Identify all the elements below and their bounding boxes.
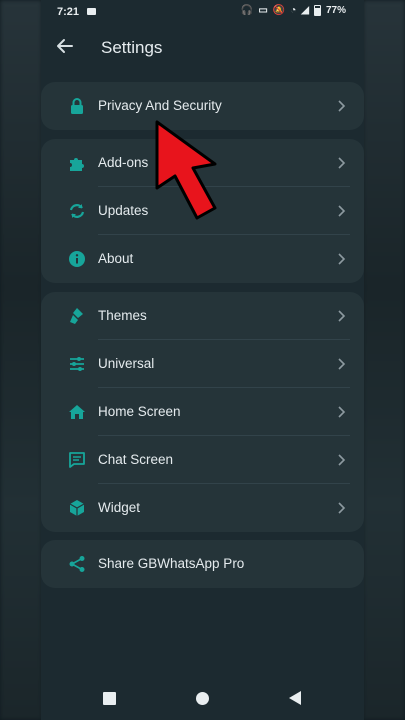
settings-item-label: About bbox=[98, 251, 134, 266]
annotation-arrow bbox=[155, 120, 217, 220]
settings-item-label: Universal bbox=[98, 356, 155, 371]
battery-percent: 77% bbox=[325, 5, 346, 16]
chevron-right-icon bbox=[338, 454, 346, 466]
settings-item-share[interactable]: Share GBWhatsApp Pro bbox=[41, 540, 364, 588]
puzzle-icon bbox=[70, 158, 84, 171]
status-bar: 7:21 🎧 ▭ 🔕 ◔ ◢ 77% bbox=[41, 0, 364, 24]
chevron-right-icon bbox=[338, 310, 346, 322]
settings-item-label: Widget bbox=[98, 500, 141, 515]
settings-item-label: Add-ons bbox=[98, 155, 149, 170]
settings-item-label: Home Screen bbox=[98, 404, 181, 419]
page-title: Settings bbox=[101, 38, 163, 57]
cast-icon: ▭ bbox=[258, 5, 268, 16]
settings-item-chat-screen[interactable]: Chat Screen bbox=[41, 436, 364, 484]
settings-group-appearance: Themes Universal Home Screen Chat Screen… bbox=[41, 292, 364, 532]
system-nav-bar bbox=[41, 680, 364, 720]
status-time: 7:21 bbox=[57, 6, 80, 18]
settings-item-about[interactable]: About bbox=[41, 235, 364, 283]
arrow-left-icon[interactable] bbox=[55, 36, 75, 56]
settings-item-universal[interactable]: Universal bbox=[41, 340, 364, 388]
sliders-icon bbox=[70, 357, 84, 371]
chevron-right-icon bbox=[338, 205, 346, 217]
wifi-icon: ◔ bbox=[290, 5, 297, 16]
cube-icon bbox=[69, 500, 85, 516]
chevron-right-icon bbox=[338, 157, 346, 169]
app-bar: Settings bbox=[41, 28, 364, 68]
lock-icon bbox=[71, 98, 83, 114]
settings-item-home-screen[interactable]: Home Screen bbox=[41, 388, 364, 436]
chevron-right-icon bbox=[338, 502, 346, 514]
mute-icon: 🔕 bbox=[272, 5, 286, 16]
settings-item-widget[interactable]: Widget bbox=[41, 484, 364, 532]
chat-icon bbox=[69, 452, 85, 468]
settings-item-label: Privacy And Security bbox=[98, 98, 222, 113]
refresh-icon bbox=[69, 204, 85, 218]
back-button[interactable] bbox=[289, 691, 301, 705]
share-icon bbox=[69, 556, 85, 572]
info-icon bbox=[69, 251, 85, 267]
recents-button[interactable] bbox=[103, 692, 116, 705]
settings-item-themes[interactable]: Themes bbox=[41, 292, 364, 340]
chevron-right-icon bbox=[338, 253, 346, 265]
battery-icon bbox=[313, 5, 321, 16]
home-button[interactable] bbox=[196, 692, 209, 705]
home-icon bbox=[69, 405, 85, 419]
status-icons: 🎧 ▭ 🔕 ◔ ◢ 77% bbox=[241, 5, 346, 16]
signal-icon: ◢ bbox=[301, 5, 309, 16]
video-camera-icon bbox=[87, 8, 96, 15]
headphones-icon: 🎧 bbox=[240, 5, 254, 16]
chevron-right-icon bbox=[338, 358, 346, 370]
brush-icon bbox=[70, 308, 83, 324]
chevron-right-icon bbox=[338, 406, 346, 418]
settings-item-label: Themes bbox=[98, 308, 147, 323]
chevron-right-icon bbox=[338, 100, 346, 112]
background-blur-left bbox=[0, 0, 42, 720]
settings-item-label: Share GBWhatsApp Pro bbox=[98, 556, 245, 571]
phone-screen: 7:21 🎧 ▭ 🔕 ◔ ◢ 77% Settings Privacy And … bbox=[41, 0, 364, 720]
settings-group-share: Share GBWhatsApp Pro bbox=[41, 540, 364, 588]
settings-item-label: Updates bbox=[98, 203, 149, 218]
settings-item-label: Chat Screen bbox=[98, 452, 174, 467]
background-blur-right bbox=[363, 0, 405, 720]
